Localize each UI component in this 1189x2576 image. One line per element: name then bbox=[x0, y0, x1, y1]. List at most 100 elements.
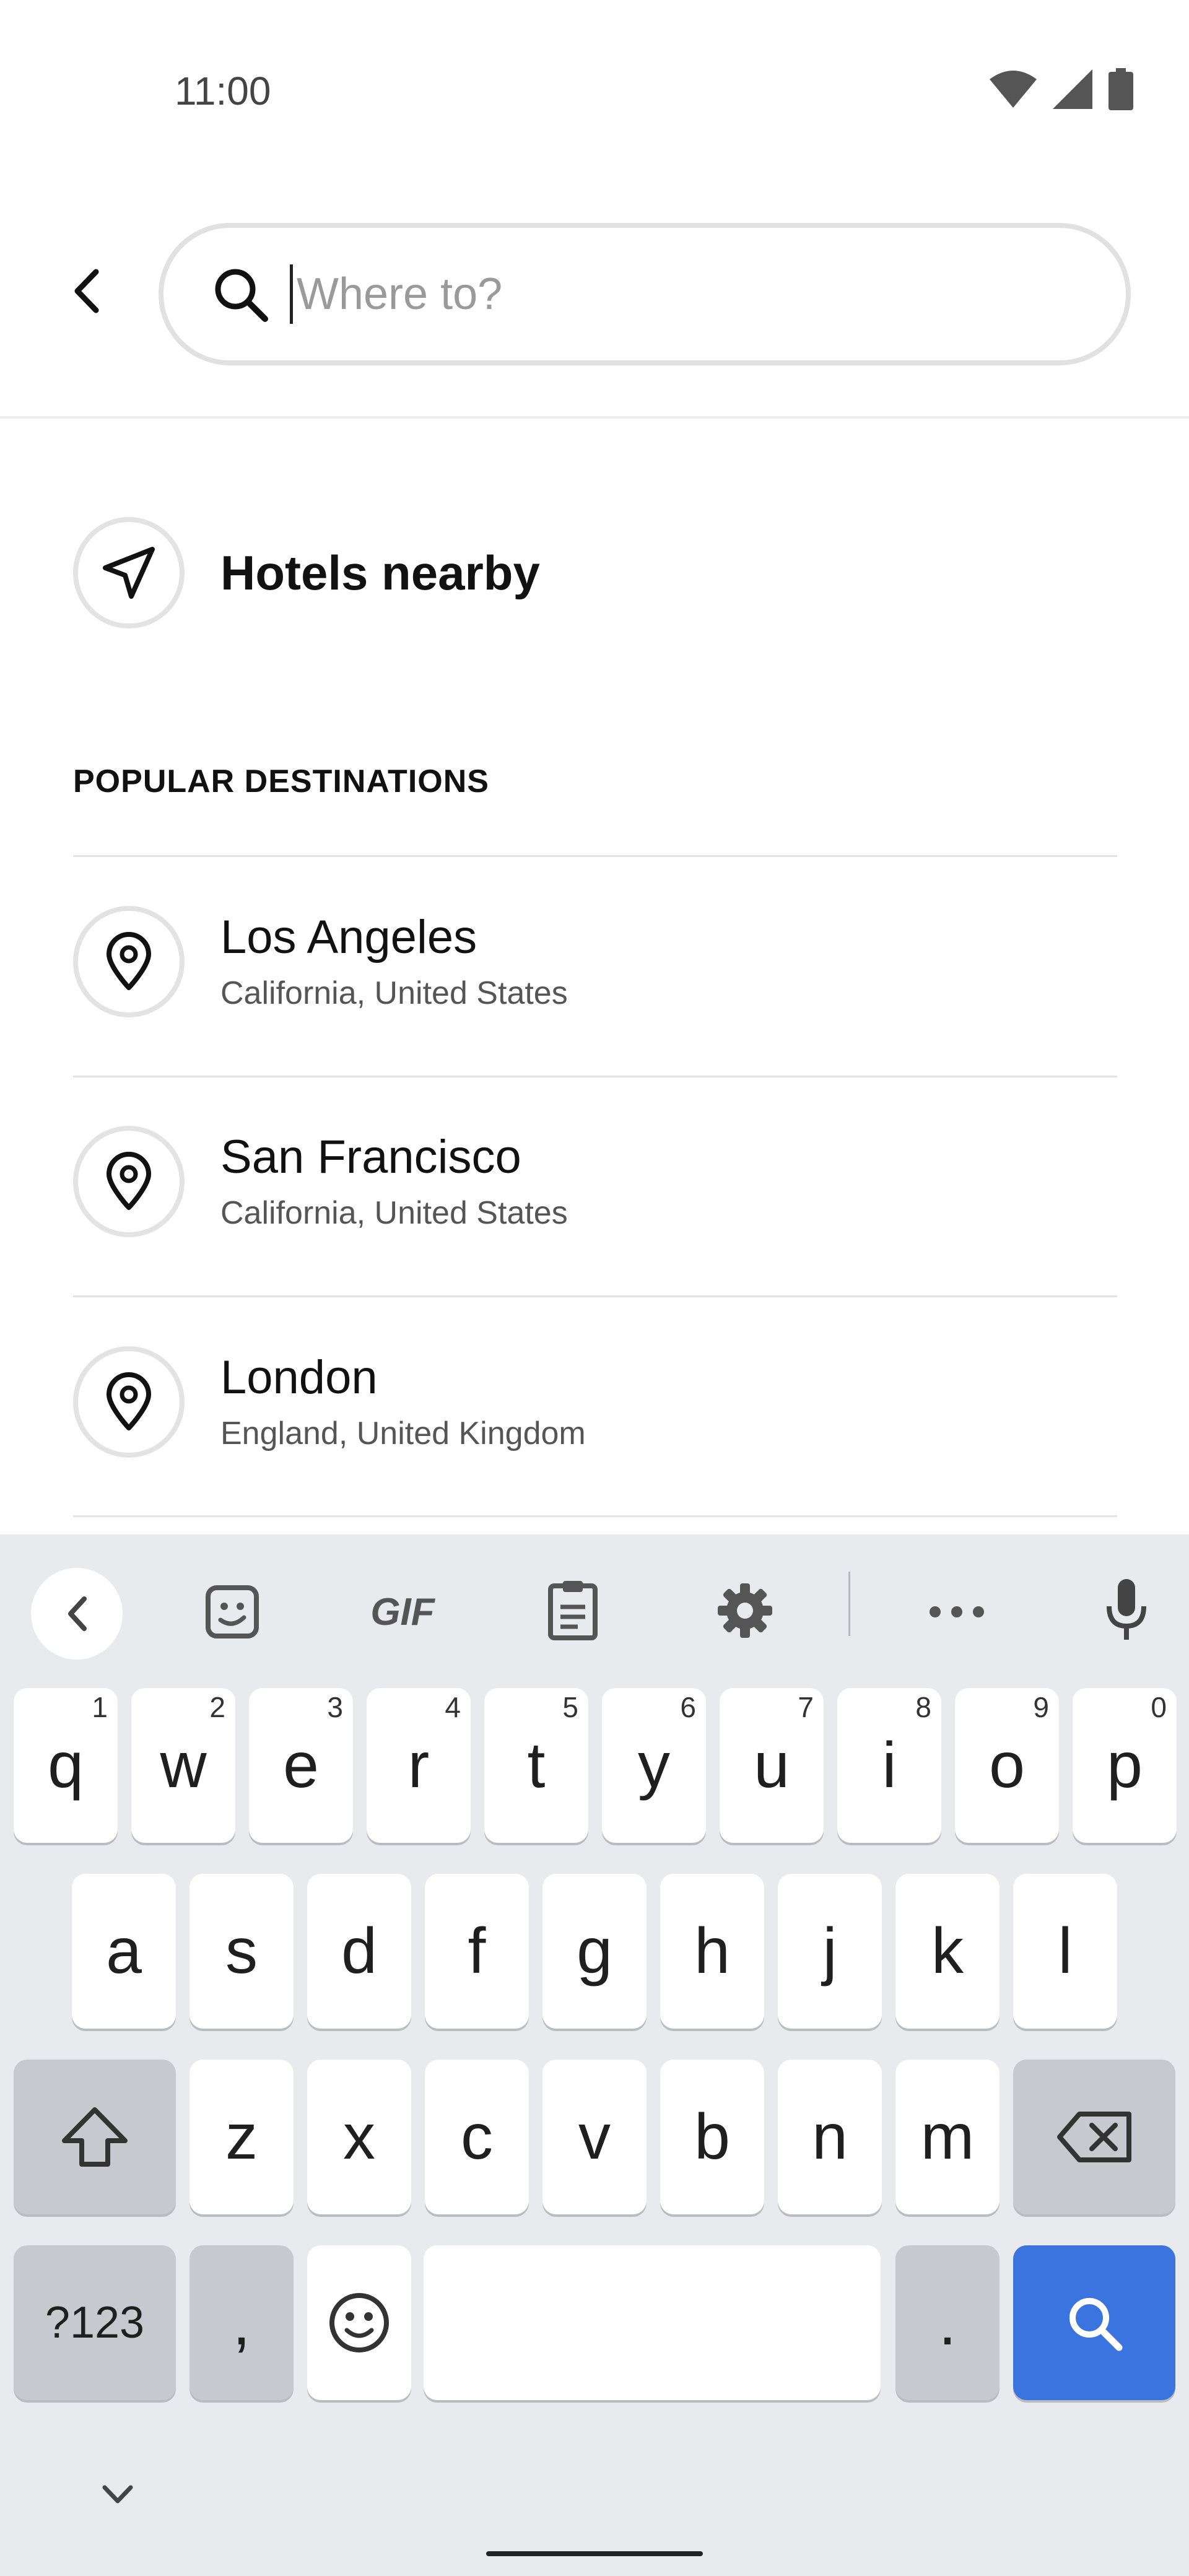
key-label: p bbox=[1107, 1729, 1143, 1801]
key-y[interactable]: y6 bbox=[602, 1688, 706, 1843]
search-icon bbox=[1069, 2298, 1123, 2351]
key-hint: 5 bbox=[562, 1691, 578, 1723]
signal-icon bbox=[1053, 69, 1092, 109]
search-bar[interactable] bbox=[159, 223, 1131, 365]
key-s[interactable]: s bbox=[189, 1874, 294, 2029]
toolbar-separator bbox=[848, 1572, 850, 1636]
wifi-icon bbox=[990, 71, 1037, 108]
key-hint: 2 bbox=[209, 1691, 225, 1723]
key-label: e bbox=[283, 1729, 319, 1801]
back-button[interactable] bbox=[62, 266, 111, 316]
key-label: r bbox=[407, 1729, 430, 1801]
more-button[interactable] bbox=[923, 1584, 991, 1640]
location-pin-icon bbox=[107, 1372, 151, 1430]
key-label: f bbox=[468, 1915, 486, 1987]
destination-region: England, United Kingdom bbox=[220, 1416, 586, 1451]
key-hint: 8 bbox=[915, 1691, 931, 1723]
key-label: v bbox=[578, 2100, 611, 2173]
popular-destinations-heading: POPULAR DESTINATIONS bbox=[73, 764, 489, 799]
hotels-nearby-label: Hotels nearby bbox=[220, 545, 540, 600]
key-g[interactable]: g bbox=[542, 1874, 647, 2029]
search-icon bbox=[215, 269, 268, 322]
chevron-down-icon bbox=[102, 2485, 133, 2504]
backspace-key[interactable] bbox=[1013, 2060, 1175, 2214]
key-label: b bbox=[694, 2100, 730, 2173]
key-n[interactable]: n bbox=[778, 2060, 882, 2214]
location-icon-circle bbox=[73, 906, 185, 1017]
location-icon-circle bbox=[73, 1346, 185, 1458]
key-hint: 4 bbox=[445, 1691, 461, 1723]
sticker-icon bbox=[206, 1585, 259, 1638]
destination-name: Los Angeles bbox=[220, 911, 477, 964]
key-e[interactable]: e3 bbox=[249, 1688, 353, 1843]
divider bbox=[73, 1515, 1117, 1517]
hotels-nearby-item[interactable]: Hotels nearby bbox=[73, 517, 540, 629]
key-hint: 7 bbox=[798, 1691, 814, 1723]
destination-item-los-angeles[interactable]: Los Angeles California, United States bbox=[73, 906, 1117, 1017]
destination-item-london[interactable]: London England, United Kingdom bbox=[73, 1346, 1117, 1458]
key-m[interactable]: m bbox=[895, 2060, 1000, 2214]
hide-keyboard-button[interactable] bbox=[93, 2476, 142, 2513]
navigation-arrow-icon bbox=[103, 547, 155, 599]
key-h[interactable]: h bbox=[660, 1874, 764, 2029]
key-hint: 9 bbox=[1033, 1691, 1049, 1723]
destination-item-san-francisco[interactable]: San Francisco California, United States bbox=[73, 1126, 1117, 1237]
key-t[interactable]: t5 bbox=[484, 1688, 588, 1843]
key-l[interactable]: l bbox=[1013, 1874, 1117, 2029]
keyboard-collapse-button[interactable] bbox=[31, 1568, 123, 1660]
divider bbox=[73, 1076, 1117, 1077]
keyboard: GIF q1w2e3 r 4 t 5 y 6 u 7 i 8 o 9 p 0 a… bbox=[0, 1534, 1189, 2576]
key-q[interactable]: q1 bbox=[14, 1688, 118, 1843]
shift-icon bbox=[62, 2107, 128, 2167]
key-b[interactable]: b bbox=[660, 2060, 764, 2214]
key-label: n bbox=[812, 2100, 848, 2173]
keyboard-settings-button[interactable] bbox=[711, 1577, 779, 1645]
gif-button[interactable]: GIF bbox=[359, 1578, 446, 1646]
comma-key[interactable]: , bbox=[189, 2245, 294, 2400]
period-key[interactable]: . bbox=[895, 2245, 1000, 2400]
shift-key[interactable] bbox=[14, 2060, 176, 2214]
key-i[interactable]: i8 bbox=[837, 1688, 941, 1843]
search-input[interactable] bbox=[295, 268, 1041, 320]
text-cursor bbox=[290, 264, 293, 324]
key-f[interactable]: f bbox=[425, 1874, 529, 2029]
emoji-icon bbox=[329, 2293, 389, 2352]
key-label: k bbox=[931, 1915, 964, 1987]
key-c[interactable]: c bbox=[425, 2060, 529, 2214]
key-a[interactable]: a bbox=[72, 1874, 176, 2029]
key-label: g bbox=[577, 1915, 612, 1987]
voice-input-button[interactable] bbox=[1092, 1573, 1161, 1647]
sticker-button[interactable] bbox=[198, 1578, 266, 1646]
key-j[interactable]: j bbox=[778, 1874, 882, 2029]
key-o[interactable]: o9 bbox=[955, 1688, 1059, 1843]
battery-icon bbox=[1108, 68, 1133, 110]
key-x[interactable]: x bbox=[307, 2060, 411, 2214]
key-label: d bbox=[341, 1915, 377, 1987]
key-k[interactable]: k bbox=[895, 1874, 1000, 2029]
microphone-icon bbox=[1107, 1579, 1146, 1640]
key-label: y bbox=[638, 1729, 670, 1801]
key-d[interactable]: d bbox=[307, 1874, 411, 2029]
key-label: o bbox=[989, 1729, 1025, 1801]
key-p[interactable]: p0 bbox=[1073, 1688, 1177, 1843]
clipboard-button[interactable] bbox=[539, 1575, 607, 1643]
key-r[interactable]: r4 bbox=[367, 1688, 471, 1843]
key-u[interactable]: u7 bbox=[720, 1688, 824, 1843]
symbols-key[interactable]: ?123 bbox=[14, 2245, 176, 2400]
key-v[interactable]: v bbox=[542, 2060, 647, 2214]
key-w[interactable]: w2 bbox=[131, 1688, 235, 1843]
key-z[interactable]: z bbox=[189, 2060, 294, 2214]
navigation-handle[interactable] bbox=[486, 2551, 703, 2556]
key-label: w bbox=[160, 1729, 207, 1801]
key-label: c bbox=[461, 2100, 493, 2173]
space-key[interactable] bbox=[424, 2245, 881, 2400]
key-label: q bbox=[48, 1729, 84, 1801]
header-divider bbox=[0, 416, 1189, 419]
keyboard-search-key[interactable] bbox=[1013, 2245, 1175, 2400]
emoji-key[interactable] bbox=[307, 2245, 411, 2400]
key-label: a bbox=[106, 1915, 142, 1987]
chevron-left-icon bbox=[68, 1596, 87, 1631]
key-hint: 0 bbox=[1151, 1691, 1167, 1723]
location-pin-icon bbox=[107, 1152, 151, 1210]
divider bbox=[73, 1295, 1117, 1297]
